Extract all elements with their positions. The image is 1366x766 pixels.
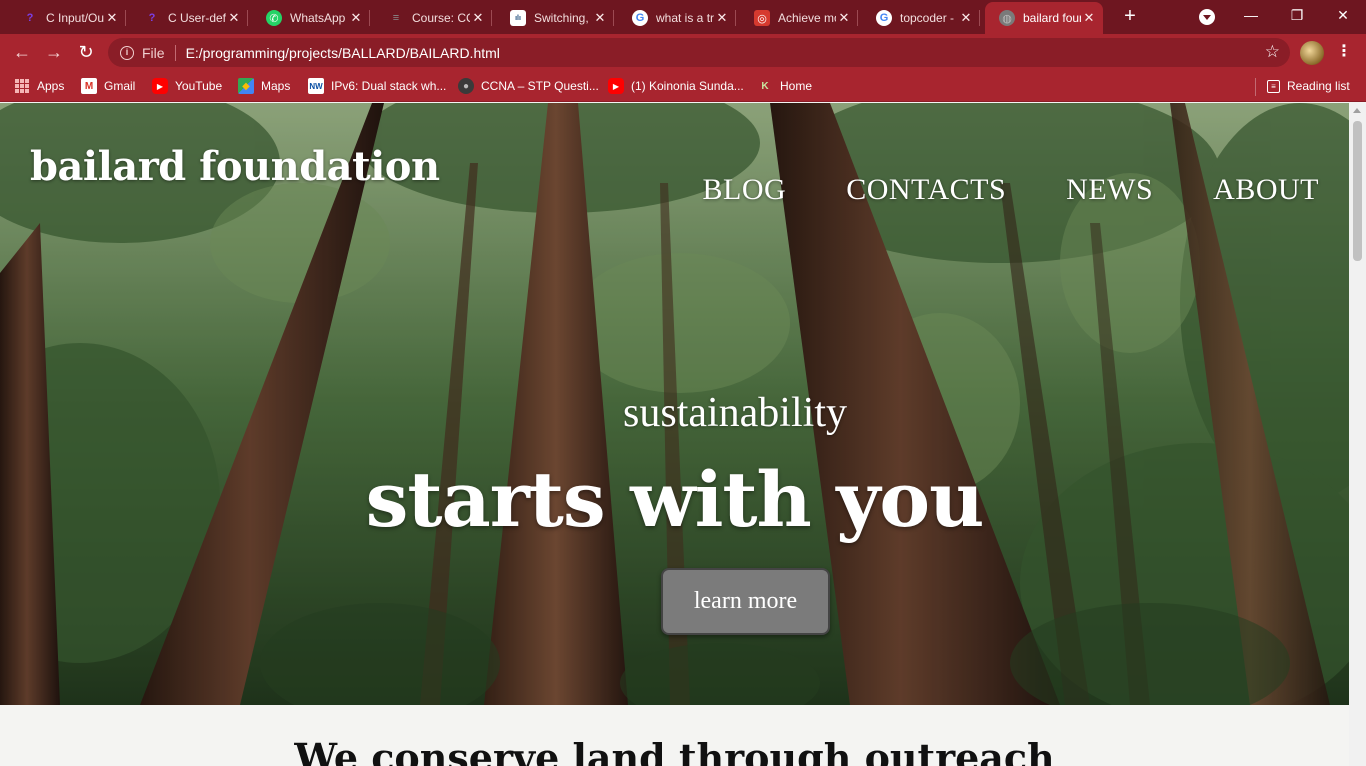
bookmark-home[interactable]: K Home — [757, 76, 812, 96]
tab-title: Achieve more — [778, 11, 836, 25]
bookmark-label: (1) Koinonia Sunda... — [631, 79, 744, 93]
tab-bailard-foundation[interactable]: ◍ bailard foundation ✕ — [985, 2, 1103, 34]
programiz-icon: ? — [26, 12, 34, 24]
reading-list-label: Reading list — [1287, 79, 1350, 93]
bookmark-label: YouTube — [175, 79, 223, 93]
ccna-icon: ● — [458, 78, 474, 94]
tab-title: Course: CCNA — [412, 11, 470, 25]
tab-c-input-output[interactable]: ? C Input/Output ✕ — [8, 2, 126, 34]
bookmark-label: Maps — [261, 79, 291, 93]
browser-toolbar: ← → ↻ i File E:/programming/projects/BAL… — [0, 34, 1366, 70]
close-icon[interactable]: ✕ — [958, 10, 974, 26]
bookmark-gmail[interactable]: M Gmail — [81, 76, 135, 96]
nav-contacts-link[interactable]: CONTACTS — [846, 173, 1006, 207]
close-icon[interactable]: ✕ — [836, 10, 852, 26]
bookmark-label: Apps — [37, 79, 65, 93]
bookmark-koinonia[interactable]: ▶ (1) Koinonia Sunda... — [608, 76, 744, 96]
new-tab-button[interactable]: + — [1118, 5, 1142, 29]
bookmark-ipv6[interactable]: NW IPv6: Dual stack wh... — [308, 76, 446, 96]
bookmark-star-icon[interactable]: ☆ — [1265, 42, 1280, 62]
nw-icon: NW — [308, 78, 324, 94]
forward-icon[interactable]: → — [40, 38, 68, 66]
info-icon[interactable]: i — [120, 45, 134, 60]
site-logo[interactable]: bailard foundation — [30, 143, 440, 190]
programiz-icon: ? — [148, 12, 156, 24]
reload-icon[interactable]: ↻ — [72, 38, 100, 66]
close-window-button[interactable]: ✕ — [1320, 0, 1366, 30]
scrollbar-thumb[interactable] — [1353, 121, 1362, 261]
minimize-button[interactable]: — — [1228, 0, 1274, 30]
close-icon[interactable]: ✕ — [104, 10, 120, 26]
bookmark-label: Gmail — [104, 79, 136, 93]
bookmark-label: IPv6: Dual stack wh... — [331, 79, 447, 93]
close-icon[interactable]: ✕ — [592, 10, 608, 26]
tab-switching[interactable]: ılı Switching, ✕ — [496, 2, 614, 34]
google-icon: G — [876, 10, 892, 26]
nav-news-link[interactable]: NEWS — [1066, 173, 1153, 207]
tab-achieve-more[interactable]: ◎ Achieve more ✕ — [740, 2, 858, 34]
close-icon[interactable]: ✕ — [226, 10, 242, 26]
apps-grid-icon — [14, 78, 30, 94]
page-viewport: bailard foundation BLOG CONTACTS NEWS AB… — [0, 103, 1349, 766]
cisco-icon: ılı — [510, 10, 526, 26]
tab-title: WhatsApp — [290, 11, 346, 25]
bookmark-maps[interactable]: ◆ Maps — [238, 76, 290, 96]
reading-list-icon: ≡ — [1267, 79, 1280, 93]
tab-title: C Input/Output — [46, 11, 104, 25]
hero-section: bailard foundation BLOG CONTACTS NEWS AB… — [0, 103, 1349, 705]
bookmarks-bar: Apps M Gmail ▶ YouTube ◆ Maps NW IPv6: D… — [0, 70, 1366, 102]
close-icon[interactable]: ✕ — [470, 10, 486, 26]
close-icon[interactable]: ✕ — [1081, 10, 1097, 26]
hero-subtitle: sustainability — [623, 390, 847, 436]
bookmark-youtube[interactable]: ▶ YouTube — [152, 76, 222, 96]
google-icon: G — [632, 10, 648, 26]
globe-icon: ◍ — [999, 10, 1015, 26]
tab-strip: ? C Input/Output ✕ ? C User-defined ✕ ✆ … — [0, 0, 1366, 34]
scroll-up-icon[interactable] — [1353, 108, 1361, 113]
gmail-icon: M — [81, 78, 97, 94]
section-heading: We conserve land through outreach — [294, 735, 1055, 766]
nav-blog-link[interactable]: BLOG — [703, 173, 787, 207]
bookmark-apps[interactable]: Apps — [14, 76, 64, 96]
achieve-icon: ◎ — [754, 10, 770, 26]
bookmark-label: CCNA – STP Questi... — [481, 79, 599, 93]
bookmark-ccna-stp[interactable]: ● CCNA – STP Questi... — [458, 76, 599, 96]
tab-search-icon[interactable] — [1199, 9, 1215, 25]
tab-what-is-a-tree[interactable]: G what is a tree ✕ — [618, 2, 736, 34]
tab-title: topcoder - — [900, 11, 955, 25]
main-nav: BLOG CONTACTS NEWS ABOUT — [703, 173, 1319, 207]
home-k-icon: K — [761, 80, 769, 92]
youtube-icon: ▶ — [608, 78, 624, 94]
maps-icon: ◆ — [238, 78, 254, 94]
page-scrollbar[interactable] — [1349, 103, 1366, 766]
tab-course-ccna[interactable]: ≡ Course: CCNA ✕ — [374, 2, 492, 34]
scheme-label: File — [142, 44, 165, 61]
address-divider — [174, 44, 176, 61]
avatar[interactable] — [1300, 41, 1324, 65]
back-icon[interactable]: ← — [8, 38, 36, 66]
tab-title: what is a tree — [656, 11, 714, 25]
course-icon: ≡ — [392, 12, 400, 24]
close-icon[interactable]: ✕ — [714, 10, 730, 26]
url-text[interactable]: E:/programming/projects/BALLARD/BAILARD.… — [186, 45, 500, 61]
tab-title: C User-defined — [168, 11, 226, 25]
bookmark-label: Home — [780, 79, 813, 93]
tab-topcoder[interactable]: G topcoder - ✕ — [862, 2, 980, 34]
learn-more-button[interactable]: learn more — [661, 568, 830, 635]
tab-title: bailard foundation — [1023, 11, 1081, 25]
tab-title: Switching, — [534, 11, 589, 25]
hero-title: starts with you — [365, 455, 985, 544]
whatsapp-icon: ✆ — [266, 10, 282, 26]
close-icon[interactable]: ✕ — [348, 10, 364, 26]
kebab-menu-icon[interactable]: ⋮ — [1336, 40, 1352, 64]
tab-c-user-defined[interactable]: ? C User-defined ✕ — [130, 2, 248, 34]
bookmarks-divider — [1255, 78, 1256, 96]
youtube-icon: ▶ — [152, 78, 168, 94]
reading-list-button[interactable]: ≡ Reading list — [1267, 76, 1350, 96]
restore-button[interactable]: ❐ — [1274, 0, 1320, 30]
address-bar[interactable]: i File E:/programming/projects/BALLARD/B… — [108, 38, 1290, 67]
nav-about-link[interactable]: ABOUT — [1213, 173, 1319, 207]
tab-whatsapp[interactable]: ✆ WhatsApp ✕ — [252, 2, 370, 34]
